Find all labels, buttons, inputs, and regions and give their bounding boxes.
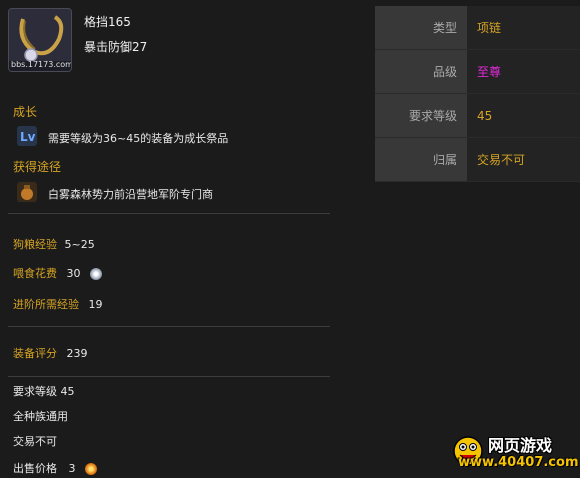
sell-price-label: 出售价格	[13, 462, 57, 475]
advance-exp-row: 进阶所需经验 19	[13, 296, 103, 312]
growth-heading: 成长	[13, 105, 38, 119]
race-restriction: 全种族通用	[13, 410, 68, 423]
item-icon-necklace: bbs.17173.com	[8, 8, 72, 72]
gold-coin-icon	[85, 463, 97, 475]
feed-cost-row: 喂食花费 30	[13, 265, 102, 281]
source-heading: 获得途径	[13, 160, 62, 174]
feed-cost-label: 喂食花费	[13, 267, 57, 280]
source-text: 白雾森林势力前沿营地军阶专门商	[48, 188, 213, 201]
silver-coin-icon	[90, 268, 102, 280]
table-row: 类型 项链	[375, 6, 580, 50]
divider	[8, 376, 330, 377]
info-value-type: 项链	[467, 6, 580, 50]
stat-crit-defense: 暴击防御27	[84, 40, 148, 54]
feed-cost-value: 30	[66, 267, 81, 280]
info-value-binding: 交易不可	[467, 137, 580, 182]
svg-text:Lv: Lv	[20, 130, 36, 144]
info-key-type: 类型	[375, 6, 467, 50]
pet-exp-row: 狗粮经验 5~25	[13, 236, 95, 252]
pet-exp-value: 5~25	[64, 238, 95, 251]
rating-label: 装备评分	[13, 347, 57, 360]
stat-block: 格挡165	[84, 15, 131, 29]
divider	[8, 213, 330, 214]
info-key-level: 要求等级	[375, 93, 467, 138]
table-row: 要求等级 45	[375, 93, 580, 138]
advance-exp-label: 进阶所需经验	[13, 298, 79, 311]
brand-url: www.40407.com	[458, 455, 579, 470]
advance-exp-value: 19	[88, 298, 103, 311]
sell-price-value: 3	[68, 462, 76, 475]
trade-restriction: 交易不可	[13, 435, 57, 448]
brand-logo: 网页游戏 www.40407.com	[450, 427, 579, 475]
rating-value: 239	[66, 347, 88, 360]
watermark-text: bbs.17173.com	[11, 60, 72, 69]
brand-title: 网页游戏	[488, 436, 553, 455]
info-value-grade: 至尊	[467, 49, 580, 94]
bag-icon	[17, 182, 37, 202]
growth-text: 需要等级为36~45的装备为成长祭品	[48, 132, 229, 145]
info-key-binding: 归属	[375, 137, 467, 182]
info-key-grade: 品级	[375, 49, 467, 94]
required-level: 要求等级 45	[13, 385, 75, 398]
table-row: 归属 交易不可	[375, 137, 580, 182]
item-info-table: 类型 项链 品级 至尊 要求等级 45 归属 交易不可	[375, 6, 580, 182]
sell-price-row: 出售价格 3	[13, 460, 97, 476]
table-row: 品级 至尊	[375, 49, 580, 94]
info-value-level: 45	[467, 93, 580, 138]
divider	[8, 326, 330, 327]
level-icon: Lv	[17, 126, 37, 146]
rating-row: 装备评分 239	[13, 345, 88, 361]
pet-exp-label: 狗粮经验	[13, 238, 57, 251]
